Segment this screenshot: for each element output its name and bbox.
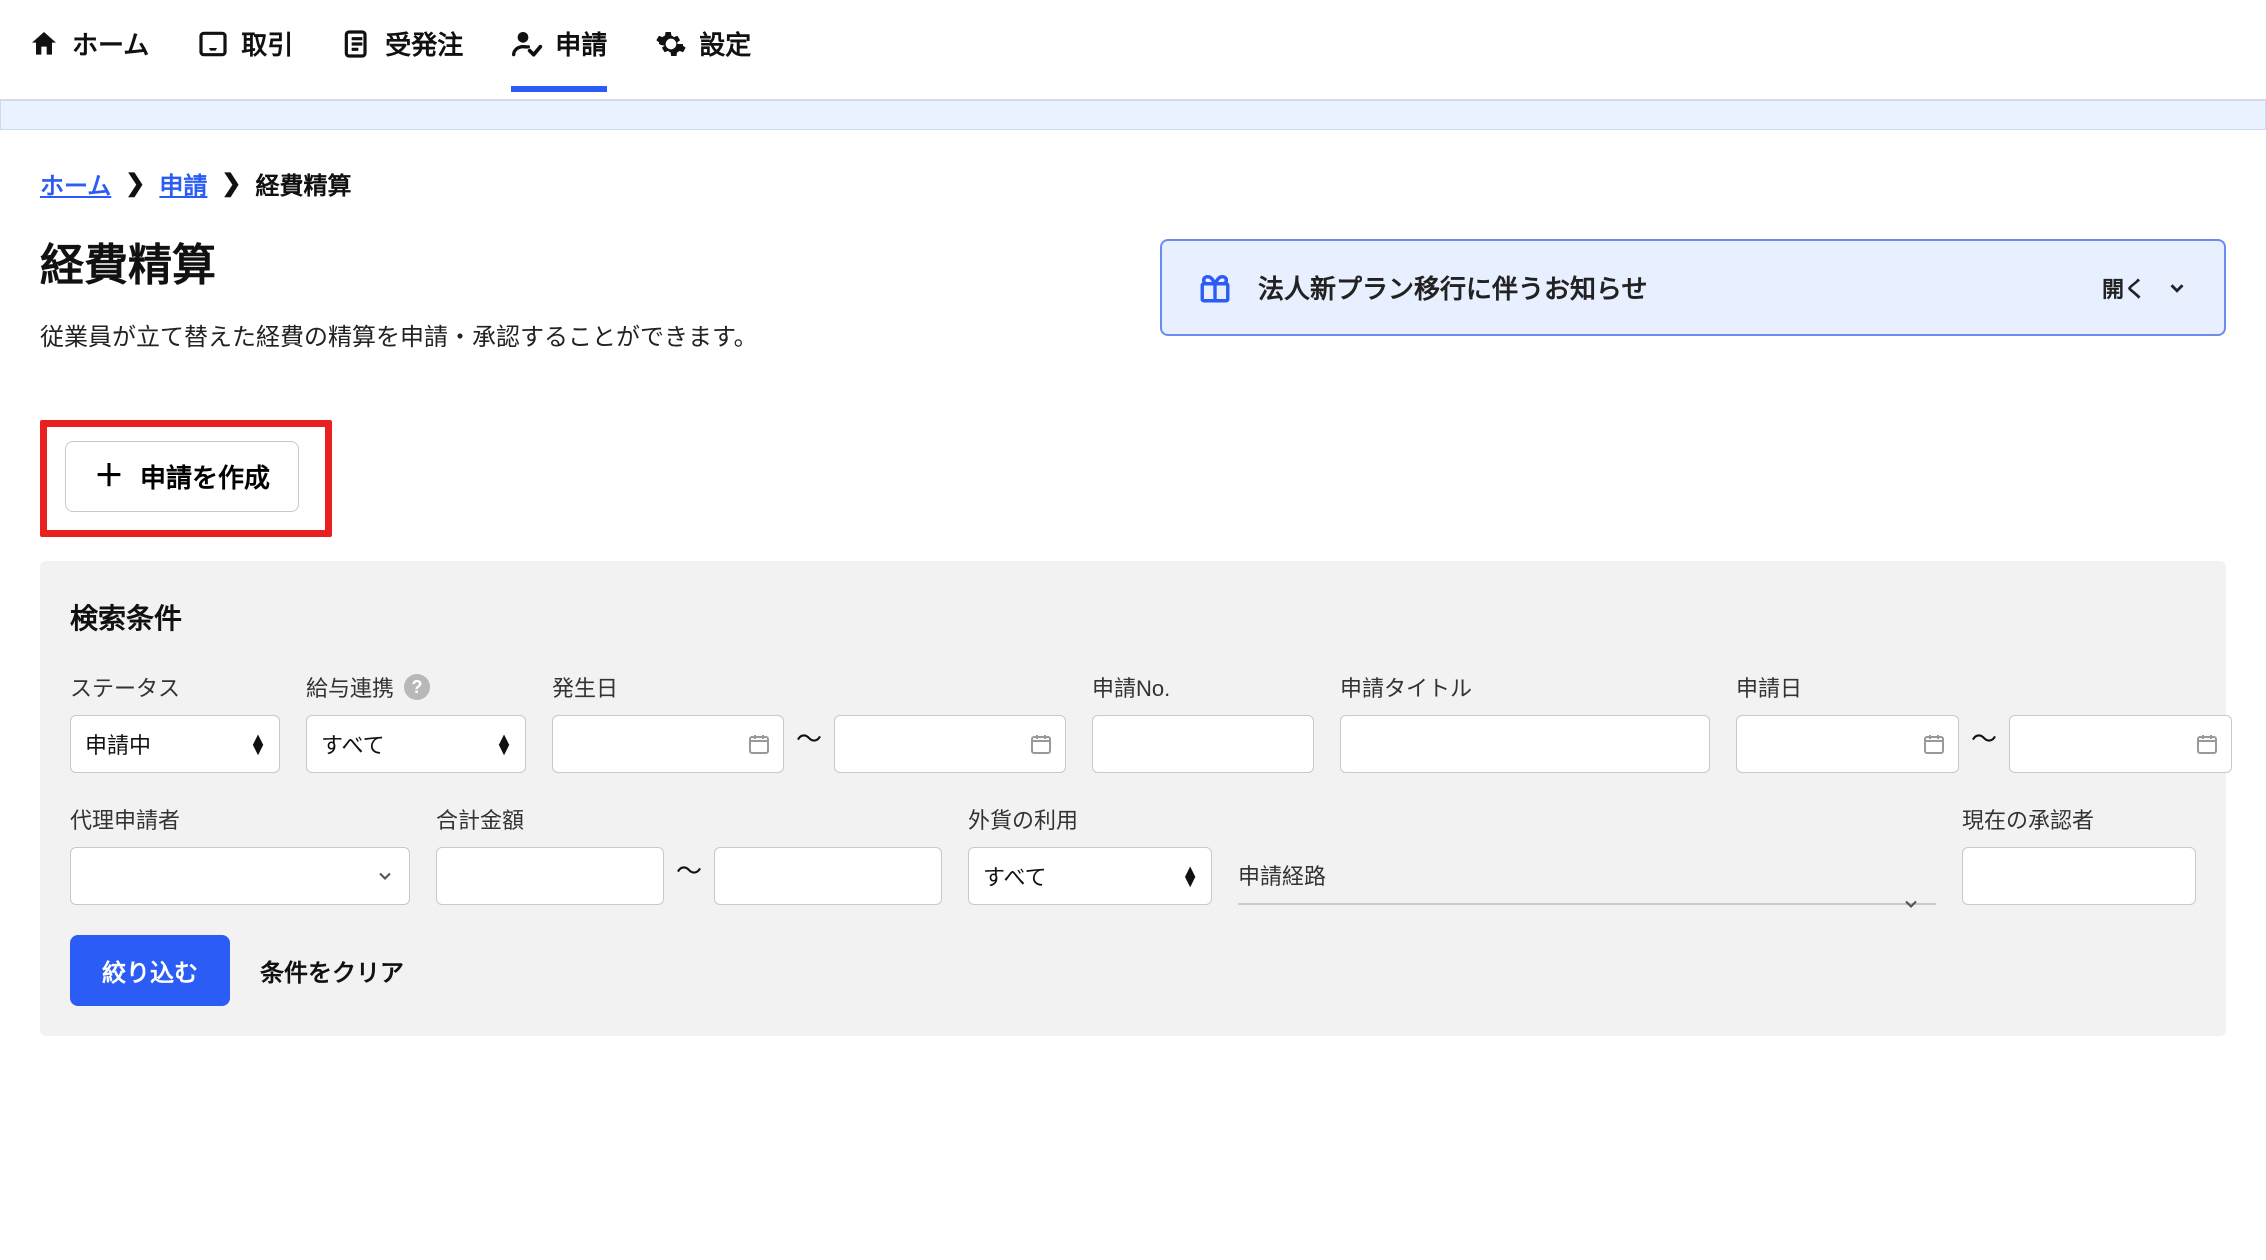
calendar-icon xyxy=(1029,732,1053,756)
range-separator: 〜 xyxy=(796,719,822,770)
app-date-to[interactable] xyxy=(2009,715,2232,773)
route-label: 申請経路 xyxy=(1238,859,1936,891)
create-highlight: ＋ 申請を作成 xyxy=(40,420,332,537)
calendar-icon xyxy=(1922,732,1946,756)
foreign-label: 外貨の利用 xyxy=(968,803,1212,835)
page-title: 経費精算 xyxy=(40,229,1100,293)
breadcrumb-current: 経費精算 xyxy=(256,166,352,201)
nav-label: 受発注 xyxy=(385,25,463,62)
status-label: ステータス xyxy=(70,671,280,703)
page-description: 従業員が立て替えた経費の精算を申請・承認することができます。 xyxy=(40,317,1100,352)
nav-orders[interactable]: 受発注 xyxy=(341,25,463,92)
payroll-label-text: 給与連携 xyxy=(306,671,394,703)
status-select[interactable]: 申請中 ▲▼ xyxy=(70,715,280,773)
payroll-select[interactable]: すべて ▲▼ xyxy=(306,715,526,773)
occur-date-to[interactable] xyxy=(834,715,1066,773)
tray-icon xyxy=(197,28,229,60)
range-separator: 〜 xyxy=(676,851,702,902)
updown-icon: ▲▼ xyxy=(495,735,513,753)
agent-combo[interactable] xyxy=(70,847,410,905)
nav-transactions[interactable]: 取引 xyxy=(197,25,293,92)
gear-icon xyxy=(655,28,687,60)
help-icon[interactable]: ? xyxy=(404,674,430,700)
payroll-value: すべて xyxy=(321,728,385,760)
notice-expand[interactable]: 開く xyxy=(2102,272,2188,304)
foreign-value: すべて xyxy=(983,860,1047,892)
calendar-icon xyxy=(747,732,771,756)
notice-text: 法人新プラン移行に伴うお知らせ xyxy=(1258,269,1647,306)
document-icon xyxy=(341,28,373,60)
chevron-down-icon xyxy=(2166,277,2188,299)
notice-banner[interactable]: 法人新プラン移行に伴うお知らせ 開く xyxy=(1160,239,2226,336)
notice-expand-label: 開く xyxy=(2102,272,2146,304)
nav-home[interactable]: ホーム xyxy=(28,25,149,92)
chevron-down-icon xyxy=(375,866,395,886)
breadcrumb: ホーム ❯ 申請 ❯ 経費精算 xyxy=(40,166,2226,201)
total-from-input[interactable] xyxy=(436,847,664,905)
total-label: 合計金額 xyxy=(436,803,942,835)
range-separator: 〜 xyxy=(1971,719,1997,770)
app-title-input[interactable] xyxy=(1340,715,1710,773)
nav-label: ホーム xyxy=(72,25,149,62)
chevron-down-icon xyxy=(1901,894,1921,914)
nav-label: 取引 xyxy=(241,25,293,62)
nav-label: 設定 xyxy=(699,25,751,62)
status-value: 申請中 xyxy=(85,728,151,760)
create-button-label: 申請を作成 xyxy=(140,458,270,495)
chevron-right-icon: ❯ xyxy=(221,169,241,198)
occur-date-from[interactable] xyxy=(552,715,784,773)
app-date-label: 申請日 xyxy=(1736,671,2232,703)
app-no-label: 申請No. xyxy=(1092,671,1314,703)
home-icon xyxy=(28,28,60,60)
calendar-icon xyxy=(2195,732,2219,756)
payroll-label: 給与連携 ? xyxy=(306,671,526,703)
breadcrumb-requests[interactable]: 申請 xyxy=(159,166,207,201)
nav-settings[interactable]: 設定 xyxy=(655,25,751,92)
app-no-input[interactable] xyxy=(1092,715,1314,773)
occur-date-label: 発生日 xyxy=(552,671,1066,703)
gift-icon xyxy=(1198,271,1232,305)
foreign-select[interactable]: すべて ▲▼ xyxy=(968,847,1212,905)
nav-requests[interactable]: 申請 xyxy=(511,25,607,92)
nav-label: 申請 xyxy=(555,25,607,62)
app-title-label: 申請タイトル xyxy=(1340,671,1710,703)
breadcrumb-home[interactable]: ホーム xyxy=(40,166,111,201)
agent-label: 代理申請者 xyxy=(70,803,410,835)
filter-button[interactable]: 絞り込む xyxy=(70,935,230,1006)
top-nav: ホーム 取引 受発注 申請 設定 xyxy=(0,0,2266,100)
updown-icon: ▲▼ xyxy=(249,735,267,753)
approver-input[interactable] xyxy=(1962,847,2196,905)
chevron-right-icon: ❯ xyxy=(125,169,145,198)
updown-icon: ▲▼ xyxy=(1181,867,1199,885)
info-strip xyxy=(0,100,2266,130)
person-check-icon xyxy=(511,28,543,60)
create-request-button[interactable]: ＋ 申請を作成 xyxy=(65,441,299,512)
route-combo[interactable] xyxy=(1238,903,1936,905)
total-to-input[interactable] xyxy=(714,847,942,905)
clear-filters-link[interactable]: 条件をクリア xyxy=(260,953,404,988)
approver-label: 現在の承認者 xyxy=(1962,803,2196,835)
plus-icon: ＋ xyxy=(94,462,124,492)
search-panel: 検索条件 ステータス 申請中 ▲▼ 給与連携 ? すべて ▲▼ xyxy=(40,561,2226,1036)
search-heading: 検索条件 xyxy=(70,597,2196,637)
app-date-from[interactable] xyxy=(1736,715,1959,773)
